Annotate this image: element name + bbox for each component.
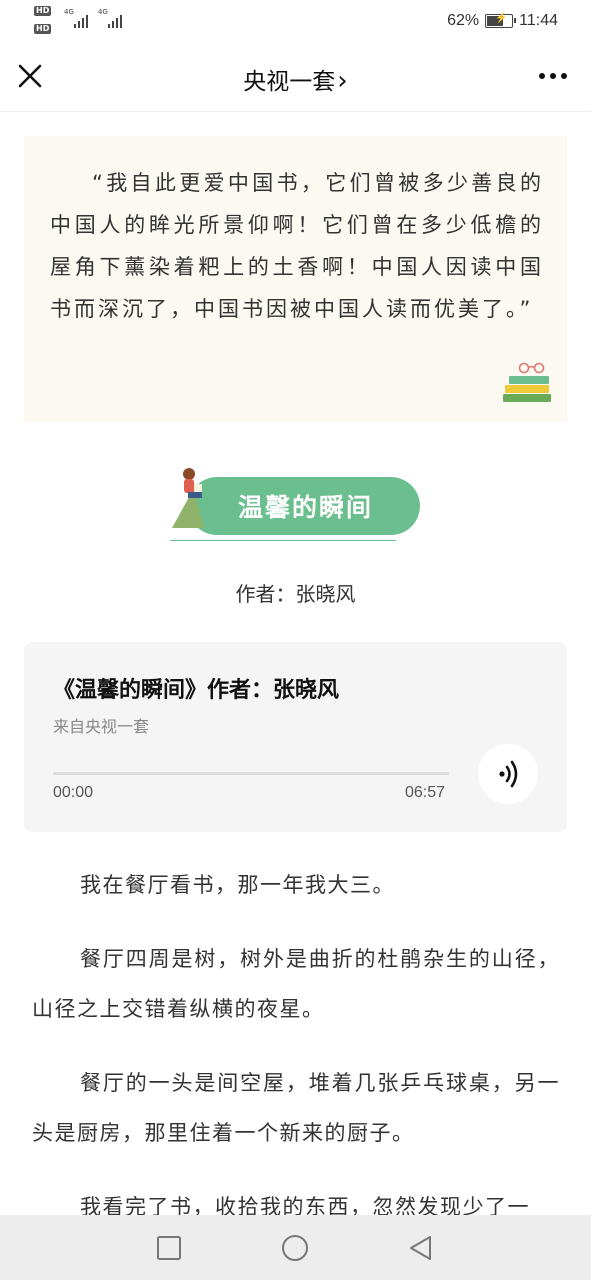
audio-source: 来自央视一套 [53,717,150,736]
signal-area: HD HD 4G 4G [34,6,134,38]
play-button[interactable] [478,744,538,804]
audio-player-card[interactable]: 《温馨的瞬间》作者：张晓风 来自央视一套 00:00 06:57 [24,642,567,832]
top-nav-bar: 央视一套› [0,42,591,112]
home-icon[interactable] [280,1233,310,1263]
hd1-icon: HD [34,6,52,16]
paragraph: 我在餐厅看书，那一年我大三。 [80,873,395,897]
quote-box: “我自此更爱中国书，它们曾被多少善良的中国人的眸光所景仰啊！它们曾在多少低檐的屋… [24,136,567,422]
audio-current-time: 00:00 [53,784,94,801]
hd2-icon: HD [34,24,52,34]
chevron-right-icon: › [337,66,348,96]
recent-apps-icon[interactable] [154,1233,184,1263]
author-line: 作者：张晓风 [235,582,356,606]
books-icon [501,362,553,408]
account-name: 央视一套 [243,69,336,95]
audio-total-time: 06:57 [405,784,446,801]
back-icon[interactable] [406,1233,436,1263]
battery-icon: ⚡ [485,13,517,28]
account-title[interactable]: 央视一套› [0,62,591,96]
reading-girl-icon [172,468,216,528]
divider [170,540,396,541]
status-bar: HD HD 4G 4G 62% ⚡ 11:44 [0,0,591,42]
audio-wave-icon [499,760,518,788]
clock: 11:44 [519,12,558,29]
paragraph: 餐厅的一头是间空屋，堆着几张乒乓球桌，另一头是厨房，那里住着一个新来的厨子。 [32,1071,560,1145]
audio-title: 《温馨的瞬间》作者：张晓风 [53,678,340,703]
quote-text: “我自此更爱中国书，它们曾被多少善良的中国人的眸光所景仰啊！它们曾在多少低檐的屋… [50,171,544,321]
article-title: 温馨的瞬间 [238,493,374,522]
battery-percent: 62% [447,12,480,29]
paragraph: 餐厅四周是树，树外是曲折的杜鹃杂生的山径，山径之上交错着纵横的夜星。 [32,947,560,1021]
system-navigation-bar [0,1215,591,1280]
more-icon[interactable] [539,68,567,84]
article-body: 我在餐厅看书，那一年我大三。 餐厅四周是树，树外是曲折的杜鹃杂生的山径，山径之上… [32,860,560,1256]
article-title-badge: 温馨的瞬间 [168,462,424,544]
status-right: 62% ⚡ 11:44 [447,9,558,33]
audio-progress-bar[interactable] [53,772,449,775]
